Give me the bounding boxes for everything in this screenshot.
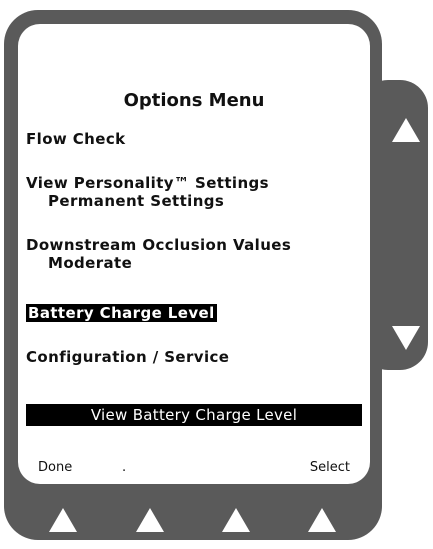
menu-item-label: View Personality™ Settings — [26, 174, 269, 192]
up-arrow-icon[interactable] — [222, 508, 250, 532]
menu-item-flow-check[interactable]: Flow Check — [26, 130, 126, 148]
menu-item-label: Configuration / Service — [26, 348, 230, 366]
up-arrow-icon[interactable] — [49, 508, 77, 532]
menu-item-downstream-occlusion-values[interactable]: Downstream Occlusion Values Moderate — [26, 236, 291, 272]
page-title: Options Menu — [123, 90, 265, 111]
down-arrow-icon[interactable] — [392, 326, 420, 350]
menu-item-label: Downstream Occlusion Values — [26, 236, 292, 254]
menu-item-sublabel: Permanent Settings — [48, 192, 225, 210]
up-arrow-icon[interactable] — [136, 508, 164, 532]
menu-item-label: Flow Check — [26, 130, 126, 148]
menu-item-battery-charge-level[interactable]: Battery Charge Level — [26, 304, 217, 322]
menu-item-sublabel: Moderate — [48, 254, 133, 272]
menu-item-configuration-service[interactable]: Configuration / Service — [26, 348, 229, 366]
menu-item-view-personality-settings[interactable]: View Personality™ Settings Permanent Set… — [26, 174, 269, 210]
softkey-middle: . — [122, 460, 127, 475]
status-bar: View Battery Charge Level — [26, 404, 362, 426]
display-screen: Options Menu Flow Check View Personality… — [18, 24, 370, 484]
up-arrow-icon[interactable] — [392, 118, 420, 142]
softkey-done[interactable]: Done — [38, 460, 72, 475]
softkey-select[interactable]: Select — [310, 460, 350, 475]
menu-item-label: Battery Charge Level — [26, 304, 217, 322]
up-arrow-icon[interactable] — [308, 508, 336, 532]
